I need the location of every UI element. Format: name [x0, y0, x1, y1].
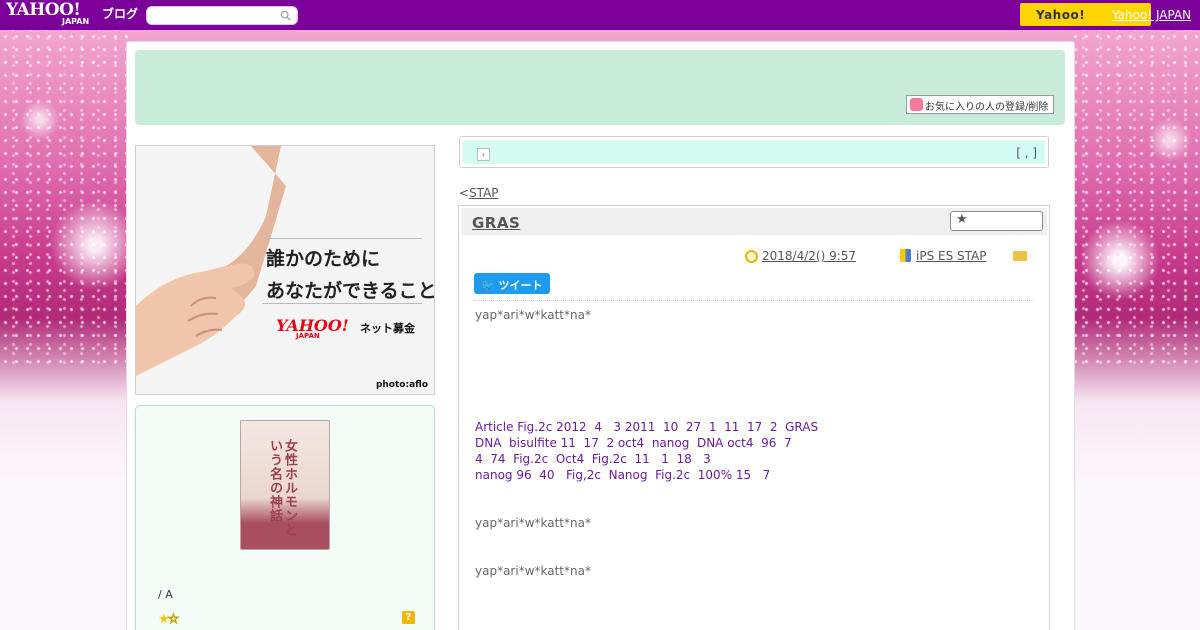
favorite-article-button[interactable]: ★: [950, 211, 1043, 231]
prev-article-title[interactable]: STAP: [469, 186, 498, 200]
ad-copy-line1: 誰かのために: [266, 248, 381, 270]
tweet-button[interactable]: 🐦 ツイート: [474, 273, 550, 294]
yahoo-japan-link[interactable]: Yahoo! JAPAN: [1112, 8, 1191, 22]
article-category-link[interactable]: iPS ES STAP: [916, 249, 986, 263]
article-author-line: yap*ari*w*katt*na*: [475, 308, 591, 322]
article-nav: › [ , ]: [459, 136, 1049, 168]
top-bar: YAHOO! JAPAN ブログ Yahoo! Yahoo! JAPAN: [0, 0, 1200, 30]
ad-yahoo-logo-sub: JAPAN: [296, 332, 320, 340]
ad-photo-credit: photo:aflo: [375, 380, 428, 390]
article-category[interactable]: iPS ES STAP: [916, 249, 986, 263]
tweet-label: ツイート: [498, 279, 543, 292]
article-date[interactable]: 2018/4/2() 9:57: [762, 249, 856, 263]
book-widget: 女性ホルモンという名の神話: [135, 405, 435, 630]
favorite-register-button[interactable]: お気に入りの人の登録/削除: [906, 95, 1054, 114]
twitter-icon: 🐦: [481, 279, 499, 292]
chevron-right-icon[interactable]: ›: [477, 148, 490, 161]
ad-banner[interactable]: 誰かのために あなたができること YAHOO! JAPAN ネット募金 phot…: [135, 145, 435, 395]
nav-right-text: [ , ]: [1016, 146, 1037, 160]
ad-net-label: ネット募金: [360, 322, 415, 335]
ad-divider-top: [262, 238, 422, 239]
prev-article-prefix: <: [459, 186, 470, 200]
article-header: GRAS ★: [461, 208, 1047, 235]
article-paragraph: Article Fig.2c 2012 4 3 2011 10 27 1 11 …: [475, 420, 819, 482]
book-rating: ★☆: [158, 612, 180, 628]
article-date-link[interactable]: 2018/4/2() 9:57: [762, 249, 856, 263]
star-icon: ★: [158, 612, 170, 627]
help-icon[interactable]: ?: [402, 611, 415, 624]
article-divider: [474, 300, 1034, 301]
ad-divider-bottom: [262, 303, 422, 304]
star-empty-icon: ☆: [167, 612, 180, 628]
yahoo-logo-sub: JAPAN: [62, 17, 90, 26]
clock-icon: [745, 250, 758, 263]
blog-label[interactable]: ブログ: [102, 5, 138, 22]
prev-article-link[interactable]: <STAP: [459, 186, 499, 200]
star-icon: ★: [956, 212, 968, 227]
book-cover[interactable]: 女性ホルモンという名の神話: [240, 420, 330, 550]
book-cover-title: 女性ホルモンという名の神話: [267, 439, 297, 537]
book-icon: [900, 249, 911, 262]
heart-icon: [910, 98, 923, 111]
article: GRAS ★ 2018/4/2() 9:57 iPS ES STAP 🐦 ツイー…: [458, 205, 1050, 630]
folder-icon[interactable]: [1013, 251, 1027, 261]
ad-copy: 誰かのために あなたができること: [266, 243, 434, 307]
search-input[interactable]: [146, 6, 298, 25]
article-title[interactable]: GRAS: [472, 214, 520, 232]
book-author: / A: [158, 588, 173, 601]
favorite-register-label: お気に入りの人の登録/削除: [925, 102, 1049, 113]
search-icon[interactable]: [280, 10, 291, 21]
article-author-line: yap*ari*w*katt*na*: [475, 516, 591, 530]
article-author-line: yap*ari*w*katt*na*: [475, 564, 591, 578]
article-nav-inner: › [ , ]: [463, 140, 1045, 164]
